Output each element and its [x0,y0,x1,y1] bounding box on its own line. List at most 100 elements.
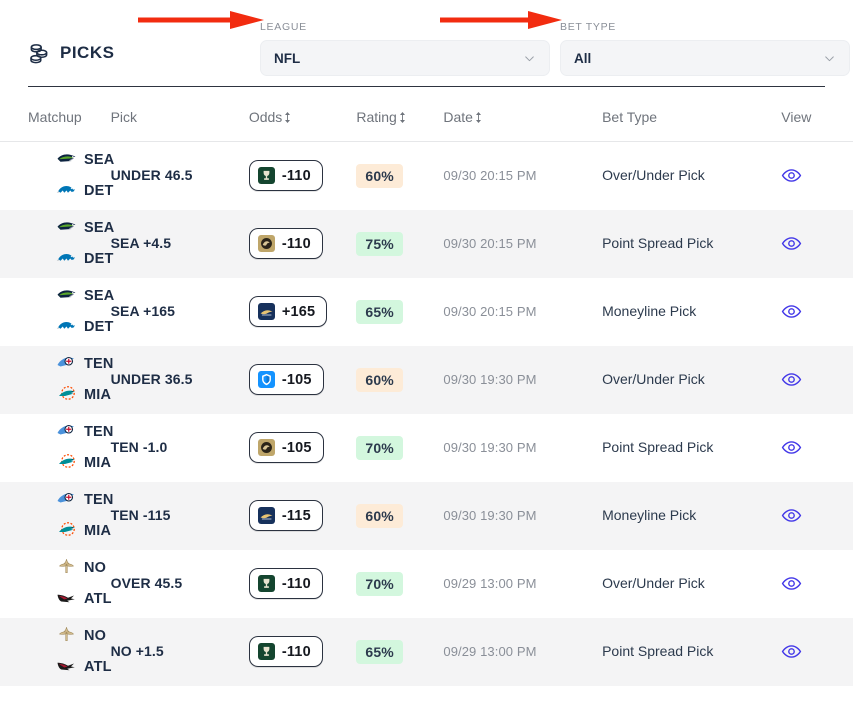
view-pick-button[interactable] [781,165,802,186]
caesars-logo [257,303,275,320]
cell-matchup: NO ATL [0,550,112,618]
odds-chip[interactable]: +165 [248,296,328,327]
pick-text: OVER 45.5 [110,574,183,591]
cell-bet-type: Over/Under Pick [602,346,781,414]
table-row[interactable]: NO ATL NO +1.5 -110 65% 09/29 13:00 PM P [0,617,853,686]
cell-pick: TEN -115 [111,482,249,550]
view-pick-button[interactable] [781,233,802,254]
odds-value: -105 [281,439,312,456]
odds-chip[interactable]: -110 [248,568,323,599]
table-row[interactable]: SEA DET SEA +165 +165 65% 09/30 20:15 PM [0,278,853,346]
cell-odds: -110 [248,210,357,278]
cell-rating: 60% [356,346,443,414]
titans-logo [56,353,77,375]
column-label: Pick [110,109,138,125]
team-abbr-home: MIA [84,386,112,403]
league-filter-label: LEAGUE [260,21,307,33]
odds-chip[interactable]: -110 [248,160,323,192]
bet-type-text: Point Spread Pick [602,438,714,455]
odds-chip[interactable]: -105 [248,432,324,463]
bet-type-select[interactable]: All [560,40,850,76]
picks-table: Matchup Pick Odds Rating Date Bet Type V… [0,87,853,686]
saints-logo [56,625,77,647]
team-away: NO [56,557,111,579]
brand: PICKS [28,42,260,86]
odds-chip[interactable]: -110 [248,228,323,259]
cell-matchup: SEA DET [0,210,114,278]
table-row[interactable]: SEA DET SEA +4.5 -110 75% 09/30 20:15 PM [0,209,853,278]
view-pick-button[interactable] [781,369,802,390]
date-text: 09/30 20:15 PM [443,303,537,319]
sort-updown-icon [475,111,481,123]
bet365-logo [257,575,275,592]
league-select-value: NFL [274,50,301,66]
bet-type-text: Over/Under Pick [602,574,705,591]
cell-matchup: TEN MIA [0,482,113,550]
league-select[interactable]: NFL [260,40,550,76]
red-arrow-league [138,8,264,32]
column-label: Odds [248,109,283,125]
table-row[interactable]: NO ATL OVER 45.5 -110 70% 09/29 13:00 PM [0,550,853,618]
eye-icon [782,441,802,454]
rating-badge: 70% [356,571,403,596]
table-row[interactable]: TEN MIA TEN -1.0 -105 70% 09/30 19:30 PM [0,414,853,482]
bet-type-text: Over/Under Pick [602,166,705,183]
cell-odds: -105 [248,414,357,482]
cell-bet-type: Point Spread Pick [602,210,781,278]
view-pick-button[interactable] [781,641,802,662]
lions-logo [56,316,77,338]
date-text: 09/29 13:00 PM [443,575,537,591]
lions-logo [56,248,77,270]
cell-pick: TEN -1.0 [111,414,249,482]
column-header-rating[interactable]: Rating [356,87,444,142]
odds-chip[interactable]: -110 [248,636,323,667]
team-away: TEN [56,489,113,511]
cell-pick: SEA +4.5 [111,210,249,278]
bet365-logo [257,643,275,660]
cell-view [781,142,853,210]
cell-date: 09/30 20:15 PM [443,278,602,346]
cell-date: 09/29 13:00 PM [443,618,602,686]
team-abbr-away: SEA [84,152,115,168]
odds-chip[interactable]: -105 [248,364,324,395]
rating-badge: 65% [356,639,403,664]
team-home: DET [56,316,113,338]
team-abbr-home: ATL [84,658,112,675]
view-pick-button[interactable] [781,437,802,458]
cell-pick: OVER 45.5 [111,550,249,618]
column-header-pick: Pick [110,87,249,142]
table-row[interactable]: SEA DET UNDER 46.5 -110 60% 09/30 20:15 … [0,142,853,210]
view-pick-button[interactable] [781,505,802,526]
team-away: TEN [56,353,113,375]
team-home: DET [56,180,113,202]
view-pick-button[interactable] [781,301,802,322]
eye-icon [782,237,802,250]
table-row[interactable]: TEN MIA UNDER 36.5 -105 60% 09/30 19:30 … [0,345,853,414]
cell-pick: NO +1.5 [111,618,249,686]
odds-value: -110 [281,575,311,592]
team-home: ATL [56,588,112,610]
team-away: NO [56,625,111,647]
page-title: PICKS [60,43,115,62]
table-row[interactable]: TEN MIA TEN -115 -115 60% 09/30 19:30 PM [0,481,853,550]
column-header-view: View [781,87,853,142]
cell-bet-type: Moneyline Pick [602,278,781,346]
team-abbr-away: TEN [84,423,114,440]
team-abbr-home: DET [84,250,114,267]
team-abbr-home: MIA [84,522,112,539]
page-header: PICKS LEAGUE NFL BET TYPE All [0,0,853,86]
bet-type-text: Point Spread Pick [602,642,714,659]
column-header-date[interactable]: Date [443,87,603,142]
column-header-odds[interactable]: Odds [248,87,357,142]
cell-pick: UNDER 36.5 [111,346,249,414]
team-away: SEA [56,217,114,239]
cell-matchup: TEN MIA [0,414,114,482]
view-pick-button[interactable] [781,573,802,594]
eye-icon [782,577,802,590]
table-header-row: Matchup Pick Odds Rating Date Bet Type V… [0,87,853,142]
pick-text: SEA +165 [110,302,176,319]
cell-odds: -110 [248,618,357,686]
odds-value: -110 [281,235,311,252]
pick-text: UNDER 36.5 [110,370,193,387]
odds-chip[interactable]: -115 [248,500,323,531]
